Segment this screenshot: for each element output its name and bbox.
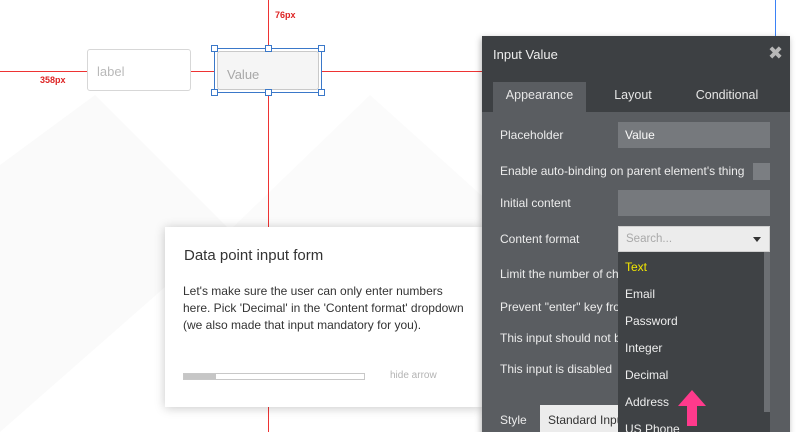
initial-content-input[interactable] <box>618 190 770 216</box>
style-label: Style <box>500 413 527 427</box>
chevron-down-icon <box>753 237 761 242</box>
limit-characters-label: Limit the number of cha <box>500 267 626 281</box>
tab-bar: Appearance Layout Conditional <box>482 72 790 112</box>
property-editor-panel: Input Value ✖ Appearance Layout Conditio… <box>482 36 790 432</box>
canvas-input-placeholder: Value <box>227 67 260 82</box>
hide-arrow-link[interactable]: hide arrow <box>390 370 437 381</box>
tour-progress-bar <box>183 373 365 380</box>
auto-binding-checkbox[interactable] <box>753 163 770 180</box>
content-format-label: Content format <box>500 232 580 246</box>
tour-progress-fill <box>184 374 217 379</box>
dropdown-option-text[interactable]: Text <box>618 254 764 281</box>
guide-line-right <box>775 0 776 36</box>
input-should-not-be-empty-label: This input should not be <box>500 331 628 345</box>
tour-title: Data point input form <box>184 247 324 264</box>
tour-body-text: Let's make sure the user can only enter … <box>183 284 464 332</box>
dropdown-option-password[interactable]: Password <box>618 308 764 335</box>
tour-popup: Data point input form Let's make sure th… <box>165 227 482 407</box>
canvas-label-element[interactable]: label <box>87 49 191 91</box>
content-format-search-placeholder: Search... <box>626 233 673 245</box>
panel-header: Input Value ✖ <box>482 36 790 72</box>
tab-layout[interactable]: Layout <box>600 82 666 112</box>
dropdown-option-integer[interactable]: Integer <box>618 335 764 362</box>
guide-left-distance: 358px <box>40 75 66 85</box>
canvas-input-element[interactable]: Value <box>211 45 325 96</box>
dropdown-scrollbar[interactable] <box>764 252 770 412</box>
resize-handle-bottom-right[interactable] <box>318 89 325 96</box>
guide-top-distance: 76px <box>275 10 296 20</box>
tour-arrow-icon <box>678 390 706 426</box>
dropdown-option-email[interactable]: Email <box>618 281 764 308</box>
resize-handle-bottom-left[interactable] <box>211 89 218 96</box>
resize-handle-bottom[interactable] <box>265 89 272 96</box>
prevent-enter-label: Prevent "enter" key from <box>500 300 630 314</box>
tab-conditional[interactable]: Conditional <box>682 82 772 112</box>
input-disabled-label: This input is disabled <box>500 362 613 376</box>
resize-handle-top[interactable] <box>265 45 272 52</box>
close-icon[interactable]: ✖ <box>768 43 783 64</box>
panel-title: Input Value <box>493 47 558 62</box>
dropdown-option-decimal[interactable]: Decimal <box>618 362 764 389</box>
resize-handle-top-right[interactable] <box>318 45 325 52</box>
canvas-label-text: label <box>97 64 125 79</box>
initial-content-label: Initial content <box>500 196 571 210</box>
tab-appearance[interactable]: Appearance <box>493 82 586 112</box>
auto-binding-label: Enable auto-binding on parent element's … <box>500 164 745 178</box>
placeholder-input[interactable]: Value <box>618 122 770 148</box>
placeholder-label: Placeholder <box>500 128 564 142</box>
resize-handle-top-left[interactable] <box>211 45 218 52</box>
canvas-input-box: Value <box>217 51 319 90</box>
content-format-select[interactable]: Search... <box>618 226 770 252</box>
